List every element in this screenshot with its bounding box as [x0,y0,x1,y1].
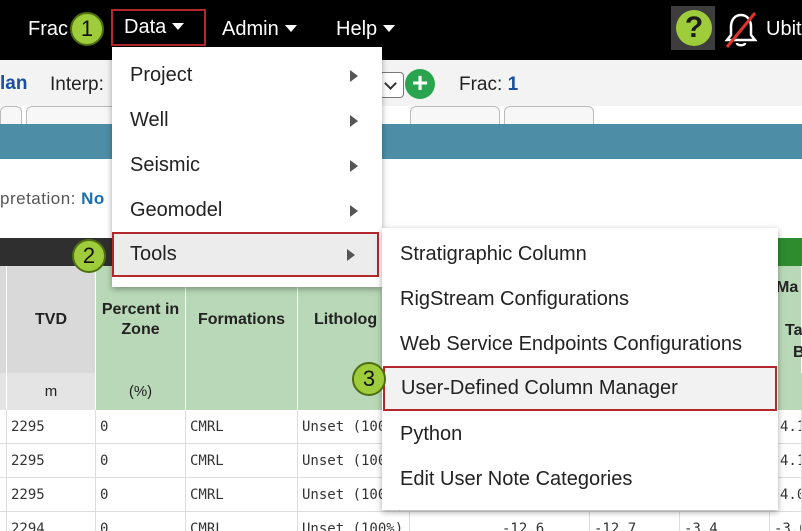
frac-label: Frac: [459,74,503,95]
row-handle [0,410,7,444]
menu-item-label: Geomodel [130,199,223,221]
step-badge-2: 2 [72,239,106,273]
nav-data-menu[interactable]: Data [111,9,206,46]
submenu-item-rigstream-configurations[interactable]: RigStream Configurations [382,277,778,322]
step-badge-1: 1 [70,12,104,46]
interpretation-value: No [81,189,105,208]
question-icon: ? [676,10,712,46]
interpretation-info: pretation: No [0,189,105,209]
nav-frac[interactable]: Frac [28,0,68,60]
bell-muted-icon[interactable] [723,10,759,50]
submenu-item-edit-user-note-categories[interactable]: Edit User Note Categories [382,457,778,502]
tab-stub[interactable] [504,106,594,124]
data-dropdown-menu: Project Well Seismic Geomodel Tools [112,47,382,287]
menu-item-label: Seismic [130,154,201,176]
header-ta: Ta [785,322,802,339]
menu-item-tools[interactable]: Tools [112,232,379,277]
menu-item-geomodel[interactable]: Geomodel [112,188,382,233]
header-cell [0,266,7,373]
help-button[interactable]: ? [671,6,715,50]
cell-tvd[interactable]: 2295 [7,478,96,512]
caret-down-icon [284,25,297,33]
row-handle [0,478,7,512]
menu-item-label: Project [130,64,193,86]
cell-tvd[interactable]: 2295 [7,410,96,444]
cell-value[interactable]: 4.0 [776,478,802,512]
plan-label[interactable]: lan [0,73,27,95]
cell-tvd[interactable]: 2294 [7,512,96,531]
user-name[interactable]: Ubit [766,0,802,58]
cell-value[interactable]: -12.6 [498,512,590,531]
chevron-down-icon [384,77,397,90]
chevron-right-icon [350,205,358,217]
cell-formation[interactable]: CMRL [186,478,298,512]
nav-help-label: Help [336,18,378,40]
cell-percent[interactable]: 0 [96,444,186,478]
tools-submenu: Stratigraphic Column RigStream Configura… [382,228,778,510]
menu-item-project[interactable]: Project [112,53,382,98]
frac-indicator: Frac: 1 [459,74,518,96]
unit-percent: (%) [96,373,186,410]
menu-item-label: Tools [130,243,177,265]
interpretation-label: pretation: [0,189,76,208]
cell-percent[interactable]: 0 [96,410,186,444]
unit-tvd: m [7,373,96,410]
caret-down-icon [172,23,185,31]
submenu-item-python[interactable]: Python [382,412,778,457]
step-badge-3: 3 [352,362,386,396]
cell-percent[interactable]: 0 [96,478,186,512]
cell-formation[interactable]: CMRL [186,444,298,478]
submenu-item-web-service-endpoints[interactable]: Web Service Endpoints Configurations [382,322,778,367]
row-handle [0,444,7,478]
menu-item-well[interactable]: Well [112,98,382,143]
submenu-item-stratigraphic-column[interactable]: Stratigraphic Column [382,232,778,277]
unit-cell [0,373,7,410]
chevron-right-icon [350,160,358,172]
cell-value[interactable]: -3.4 [680,512,770,531]
add-interpretation-button[interactable]: + [405,69,435,99]
nav-admin-label: Admin [222,18,279,40]
row-handle [0,512,7,531]
cell-percent[interactable]: 0 [96,512,186,531]
tab-stub[interactable] [410,106,500,124]
cell-lithology[interactable]: Unset (100%) [298,512,410,531]
cell-tvd[interactable]: 2295 [7,444,96,478]
cell-value[interactable]: 4.1 [776,410,802,444]
chevron-right-icon [347,249,355,261]
cell-value[interactable]: 4.1 [776,444,802,478]
chevron-right-icon [350,115,358,127]
chevron-right-icon [350,70,358,82]
interp-label: Interp: [50,74,104,95]
tab-stub[interactable] [0,106,22,124]
cell-formation[interactable]: CMRL [186,512,298,531]
table-row[interactable]: 2294 0 CMRL Unset (100%) -12.6 -12.7 -3.… [0,512,802,531]
header-tvd[interactable]: TVD [7,266,96,373]
cell-value[interactable]: -3.6 [770,512,802,531]
unit-formations [186,373,298,410]
frac-value: 1 [507,74,519,95]
cell-formation[interactable]: CMRL [186,410,298,444]
nav-data-label: Data [124,16,167,38]
menu-item-label: Well [130,109,169,131]
submenu-item-user-defined-column-manager[interactable]: User-Defined Column Manager [383,366,777,411]
caret-down-icon [383,25,396,33]
menu-item-seismic[interactable]: Seismic [112,143,382,188]
header-b: B [793,344,802,361]
cell-value[interactable]: -12.7 [590,512,680,531]
